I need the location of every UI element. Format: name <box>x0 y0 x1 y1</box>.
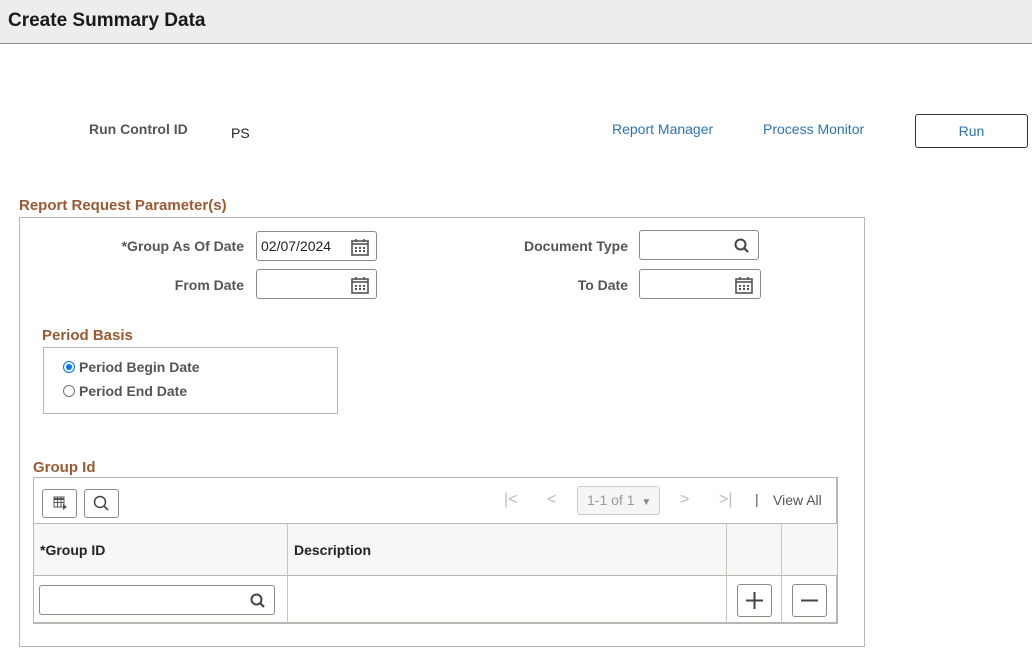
period-begin-date-label: Period Begin Date <box>79 359 200 375</box>
group-id-input[interactable] <box>39 585 275 615</box>
last-page-icon[interactable]: >| <box>719 491 733 509</box>
pager-separator: | <box>755 491 759 507</box>
personalize-grid-button[interactable] <box>42 489 77 518</box>
grid-personalize-icon <box>53 496 67 510</box>
period-end-date-option[interactable]: Period End Date <box>63 383 187 399</box>
group-as-of-date-value: 02/07/2024 <box>261 238 332 254</box>
chevron-down-icon: ▼ <box>641 497 652 508</box>
page-title: Create Summary Data <box>8 10 206 31</box>
radio-selected[interactable] <box>63 361 75 373</box>
report-manager-link[interactable]: Report Manager <box>612 121 713 137</box>
period-begin-date-option[interactable]: Period Begin Date <box>63 359 200 375</box>
search-icon <box>93 495 109 511</box>
group-as-of-date-label: *Group As Of Date <box>121 238 244 254</box>
period-basis-box <box>43 347 338 414</box>
lookup-search-icon[interactable] <box>248 591 268 611</box>
process-monitor-link[interactable]: Process Monitor <box>763 121 864 137</box>
column-divider <box>287 523 288 623</box>
pager-range-select[interactable]: 1-1 of 1 ▼ <box>577 486 660 515</box>
run-control-id-label: Run Control ID <box>89 121 188 137</box>
lookup-search-icon[interactable] <box>732 236 752 256</box>
document-type-label: Document Type <box>524 238 628 254</box>
radio-unselected[interactable] <box>63 385 75 397</box>
page-header: Create Summary Data <box>0 0 1032 44</box>
from-date-label: From Date <box>174 277 244 293</box>
to-date-label: To Date <box>577 277 628 293</box>
view-all-link[interactable]: View All <box>773 492 822 508</box>
column-divider <box>781 523 782 623</box>
from-date-field[interactable] <box>256 269 377 299</box>
period-basis-title: Period Basis <box>42 327 133 344</box>
previous-page-icon[interactable]: < <box>547 491 556 509</box>
add-row-button[interactable] <box>737 584 772 617</box>
pager-range: 1-1 of 1 <box>587 492 635 508</box>
column-header-group-id: *Group ID <box>40 542 106 558</box>
calendar-icon[interactable] <box>350 275 370 295</box>
run-button[interactable]: Run <box>915 114 1028 148</box>
group-id-title: Group Id <box>33 459 96 476</box>
calendar-icon[interactable] <box>734 275 754 295</box>
calendar-icon[interactable] <box>350 237 370 257</box>
column-header-description: Description <box>294 542 372 558</box>
next-page-icon[interactable]: > <box>680 491 689 509</box>
minus-icon <box>801 599 818 602</box>
to-date-field[interactable] <box>639 269 761 299</box>
group-as-of-date-field[interactable]: 02/07/2024 <box>256 231 377 261</box>
document-type-field[interactable] <box>639 230 759 260</box>
grid-header-row <box>34 523 837 576</box>
run-control-id-value: PS <box>231 125 250 141</box>
find-in-grid-button[interactable] <box>84 489 119 518</box>
group-id-grid: |< < 1-1 of 1 ▼ > >| | View All *Group I… <box>33 477 838 624</box>
report-params-title: Report Request Parameter(s) <box>19 197 227 214</box>
period-end-date-label: Period End Date <box>79 383 188 399</box>
column-divider <box>726 523 727 623</box>
first-page-icon[interactable]: |< <box>504 491 518 509</box>
plus-icon <box>746 592 763 609</box>
delete-row-button[interactable] <box>792 584 827 617</box>
